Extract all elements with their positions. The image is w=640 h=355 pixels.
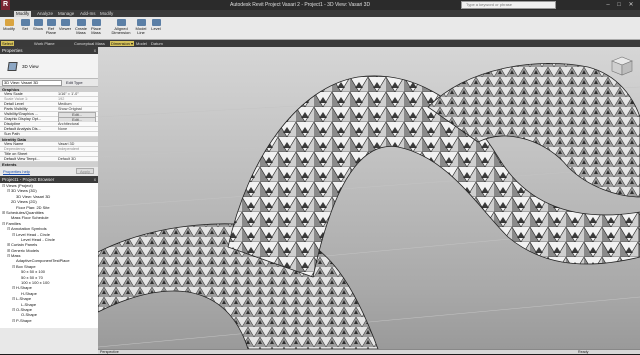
- panel-dimension[interactable]: Dimension ▾: [110, 41, 135, 46]
- property-value[interactable]: Default 3D: [58, 157, 96, 162]
- panel-select[interactable]: Select: [1, 41, 15, 46]
- edit-type-button[interactable]: Edit Type: [66, 80, 83, 85]
- panel-conceptual-mass: Conceptual Mass: [74, 41, 105, 46]
- place-mass-icon: [91, 19, 101, 26]
- status-bar: Perspective Ready: [98, 349, 640, 354]
- browser-item-label: Generic Models: [11, 247, 40, 253]
- properties-close-button[interactable]: x: [94, 47, 96, 54]
- properties-footer: Properties help Apply: [0, 167, 98, 176]
- place-mass-button[interactable]: Place Mass: [89, 19, 103, 35]
- ribbon: Modify Set Show Ref Plane Viewer Create …: [0, 17, 640, 40]
- browser-item-label: H-Shape: [16, 285, 32, 291]
- properties-grid: Graphics View Scale 1/16" = 1'-0" Scale Val…: [0, 87, 98, 167]
- ref-plane-button[interactable]: Ref Plane: [44, 19, 58, 35]
- level-button[interactable]: Level: [149, 19, 163, 32]
- browser-item-label: Mass Floor Schedule: [11, 215, 49, 221]
- model-line-icon: [136, 19, 146, 26]
- browser-item-label: H-Shape: [21, 290, 37, 296]
- search-input[interactable]: Type a keyword or phrase: [461, 1, 556, 9]
- 3d-view-icon: [7, 62, 18, 71]
- aligned-dimension-button[interactable]: Aligned Dimension: [110, 19, 132, 35]
- viewer-button[interactable]: Viewer: [58, 19, 72, 32]
- app-logo[interactable]: R: [1, 0, 10, 10]
- browser-item-label: Curtain Panels: [11, 242, 38, 248]
- vasari-mass-model: [97, 63, 640, 350]
- maximize-button[interactable]: □: [614, 1, 624, 9]
- show-button[interactable]: Show: [31, 19, 45, 32]
- browser-item[interactable]: ⊟P-Shape: [0, 318, 98, 323]
- level-icon: [151, 19, 161, 26]
- browser-item-label: AdaptiveComponentTestPlace: [16, 258, 70, 264]
- browser-item-label: Families: [6, 220, 21, 226]
- window-title: Autodesk Revit Project Vasari 2 - Projec…: [230, 2, 371, 8]
- property-row[interactable]: Sun Path: [0, 132, 98, 137]
- browser-item-label: O-Shape: [21, 312, 38, 318]
- property-name: Sun Path: [4, 132, 20, 136]
- create-mass-icon: [76, 19, 86, 26]
- panel-datum: Datum: [151, 41, 163, 46]
- browser-item-label: Level Head - Circle: [16, 231, 51, 237]
- show-workplane-icon: [33, 19, 43, 26]
- property-row[interactable]: Default View Templ... Default 3D: [0, 157, 98, 162]
- browser-item-label: Level Head - Circle: [21, 236, 56, 242]
- view-scale-label[interactable]: Perspective: [100, 350, 119, 355]
- model-line-button[interactable]: Model Line: [134, 19, 148, 35]
- browser-item-label: O-Shape: [16, 306, 33, 312]
- browser-item-label: 100 x 100 x 100: [21, 280, 50, 286]
- browser-item-label: Floor Plan: 2D Site: [16, 204, 50, 210]
- browser-item-label: Mass: [11, 253, 21, 259]
- aligned-dimension-icon: [116, 19, 126, 26]
- browser-item-label: 50 x 50 x 70: [21, 274, 43, 280]
- set-button[interactable]: Set: [18, 19, 32, 32]
- browser-item-label: Views (Project): [6, 183, 33, 188]
- browser-item-label: 3D View: Vasari 3D: [16, 193, 51, 199]
- minimize-button[interactable]: –: [603, 1, 613, 9]
- browser-item-label: Box Shape: [16, 263, 36, 269]
- browser-item-label: P-Shape: [16, 317, 32, 323]
- left-dock: Properties x 3D View 3D View: Vasari 3D E…: [0, 47, 98, 354]
- panel-model: Model: [136, 41, 147, 46]
- type-selector[interactable]: 3D View: [0, 54, 98, 79]
- project-browser-tree: ⊟Views (Project) ⊟3D Views (3D) 3D View: V…: [0, 183, 98, 328]
- set-workplane-icon: [20, 19, 30, 26]
- property-name: Default View Templ...: [4, 157, 40, 161]
- properties-title: Properties x: [0, 47, 98, 54]
- ribbon-tabs: Modify Analyze Manage Add-Ins Modify: [0, 10, 640, 17]
- properties-help-link[interactable]: Properties help: [3, 169, 30, 174]
- panel-work-plane: Work Plane: [34, 41, 55, 46]
- browser-item-label: Annotation Symbols: [11, 226, 47, 232]
- ref-plane-icon: [46, 19, 56, 26]
- browser-item-label: 50 x 50 x 100: [21, 269, 46, 275]
- viewcube-icon[interactable]: [608, 53, 634, 77]
- browser-item-label: L-Shape: [21, 301, 37, 307]
- cursor-arrow-icon: [4, 19, 14, 26]
- browser-close-button[interactable]: x: [94, 176, 96, 183]
- modify-button[interactable]: Modify: [2, 19, 16, 32]
- apply-button[interactable]: Apply: [76, 168, 94, 174]
- browser-item-label: L-Shape: [16, 296, 32, 302]
- close-button[interactable]: ✕: [626, 1, 636, 9]
- browser-item-label: 3D Views (3D): [11, 188, 37, 194]
- status-text: Ready: [578, 350, 589, 354]
- browser-item-label: Schedules/Quantities: [6, 209, 44, 215]
- title-bar: R Autodesk Revit Project Vasari 2 - Proj…: [0, 0, 640, 10]
- browser-item-label: 2D Views (2D): [11, 199, 37, 205]
- instance-row: 3D View: Vasari 3D Edit Type: [0, 79, 98, 87]
- ribbon-panel-labels: Select Work Plane Conceptual Mass Dimens…: [0, 40, 640, 47]
- type-name: 3D View: [22, 64, 39, 69]
- viewer-icon: [60, 19, 70, 26]
- create-mass-button[interactable]: Create Mass: [74, 19, 88, 35]
- browser-title: Project1 - Project Browser x: [0, 176, 98, 183]
- 3d-viewport[interactable]: [97, 47, 640, 350]
- instance-select[interactable]: 3D View: Vasari 3D: [2, 80, 62, 86]
